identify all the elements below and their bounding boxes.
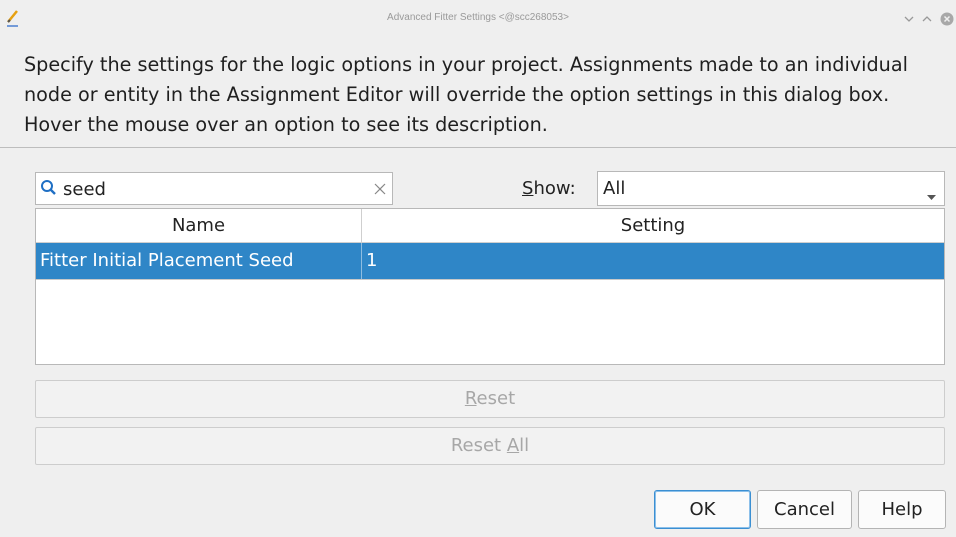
help-button[interactable]: Help [858,490,946,529]
separator [0,147,956,148]
maximize-icon[interactable] [920,11,934,25]
chevron-down-icon [927,186,936,200]
show-select[interactable]: All [597,171,945,206]
cancel-button[interactable]: Cancel [757,490,852,529]
window-title: Advanced Fitter Settings <@scc268053> [387,12,569,23]
row-name-cell: Fitter Initial Placement Seed [40,250,294,271]
options-table[interactable]: Name Setting Fitter Initial Placement Se… [35,208,945,365]
clear-icon[interactable] [372,181,388,197]
search-input[interactable] [63,176,363,202]
table-row[interactable]: Fitter Initial Placement Seed 1 [36,243,944,280]
minimize-icon[interactable] [902,11,916,25]
search-icon [40,179,58,197]
description-text: Specify the settings for the logic optio… [24,53,908,136]
column-header-name[interactable]: Name [36,209,362,242]
search-box[interactable] [35,172,393,205]
reset-button[interactable]: Reset [35,380,945,418]
close-icon[interactable] [940,11,954,26]
table-header: Name Setting [36,209,944,243]
show-select-value: All [603,178,626,199]
row-setting-cell[interactable]: 1 [366,243,377,279]
ok-button[interactable]: OK [654,490,751,529]
column-header-setting[interactable]: Setting [362,209,944,242]
reset-all-button[interactable]: Reset All [35,427,945,465]
title-bar[interactable]: Advanced Fitter Settings <@scc268053> [0,0,956,38]
column-divider [361,243,362,279]
show-label: Show: [522,178,576,199]
